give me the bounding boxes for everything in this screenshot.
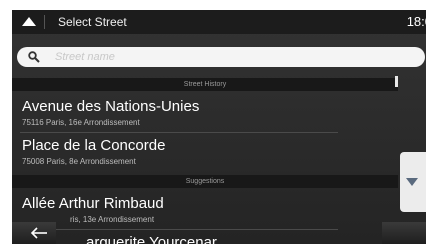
street-name: arguerite Yourcenar bbox=[86, 234, 217, 244]
scrollbar-thumb[interactable] bbox=[395, 76, 398, 87]
street-detail: 75008 Paris, 8e Arrondissement bbox=[22, 157, 136, 166]
search-input[interactable]: Street name bbox=[17, 47, 425, 67]
search-placeholder: Street name bbox=[55, 51, 115, 63]
scroll-down-button[interactable] bbox=[400, 152, 426, 212]
up-arrow-icon[interactable] bbox=[22, 17, 36, 26]
row-divider bbox=[20, 229, 338, 230]
header-separator bbox=[44, 15, 45, 29]
street-detail: 75116 Paris, 16e Arrondissement bbox=[22, 118, 140, 127]
row-divider bbox=[20, 132, 338, 133]
page-title: Select Street bbox=[58, 15, 127, 29]
street-detail: ris, 13e Arrondissement bbox=[70, 215, 155, 224]
section-header-history: Street History bbox=[12, 78, 398, 91]
header-bar: Select Street 18:0 bbox=[12, 10, 426, 34]
bottom-right-corner bbox=[382, 222, 426, 244]
street-name: Allée Arthur Rimbaud bbox=[22, 195, 164, 212]
app-screen: Select Street 18:0 Street name Street Hi… bbox=[12, 10, 426, 244]
chevron-down-icon bbox=[406, 178, 418, 186]
section-header-suggestions: Suggestions bbox=[12, 175, 398, 188]
list-item[interactable]: Place de la Concorde 75008 Paris, 8e Arr… bbox=[12, 137, 398, 173]
list-item[interactable]: Avenue des Nations-Unies 75116 Paris, 16… bbox=[12, 98, 398, 134]
list-item[interactable]: Allée Arthur Rimbaud ris, 13e Arrondisse… bbox=[12, 195, 398, 231]
back-arrow-icon bbox=[30, 227, 47, 239]
street-name: Avenue des Nations-Unies bbox=[22, 98, 200, 115]
back-button[interactable] bbox=[12, 222, 56, 244]
search-icon bbox=[28, 51, 40, 63]
street-name: Place de la Concorde bbox=[22, 137, 166, 154]
list-item[interactable]: arguerite Yourcenar bbox=[12, 232, 398, 244]
clock: 18:0 bbox=[406, 14, 426, 29]
